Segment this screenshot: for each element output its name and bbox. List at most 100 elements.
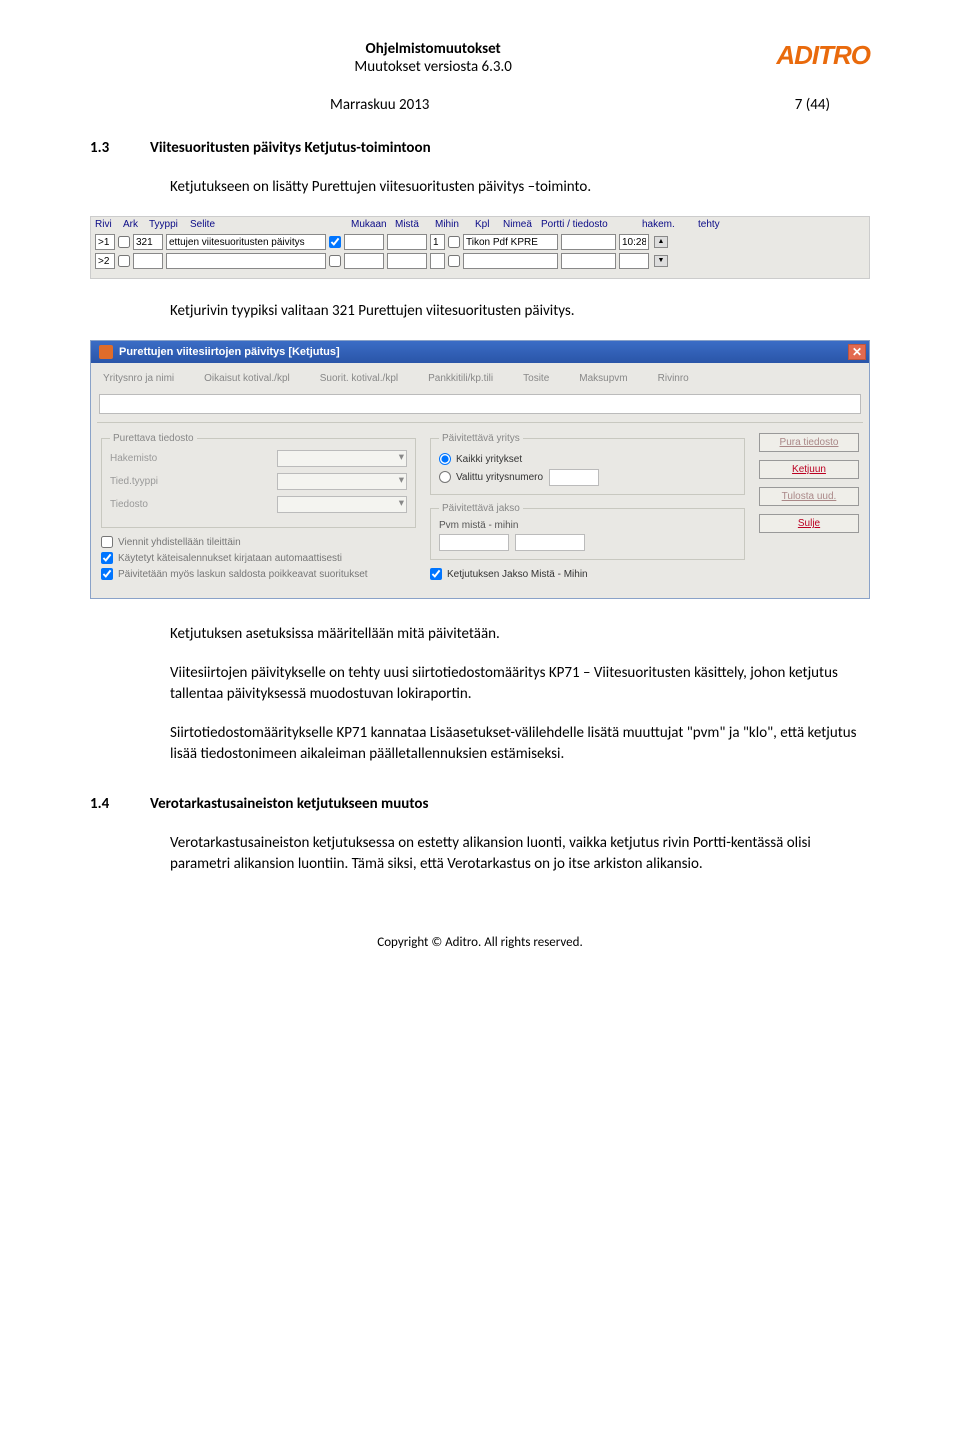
fieldset-purettava: Purettava tiedosto Hakemisto Tied.tyyppi… [101, 433, 416, 528]
hdr-selite: Selite [190, 219, 345, 230]
portti-input[interactable] [463, 234, 558, 250]
hdr-kpl: Kpl [475, 219, 497, 230]
tiedosto-dropdown[interactable] [277, 496, 407, 513]
date-line: Marraskuu 2013 7 (44) [90, 96, 870, 114]
ark-checkbox[interactable] [118, 236, 130, 248]
header-titles: Ohjelmistomuutokset Muutokset versiosta … [90, 40, 776, 76]
cb-viennit-box[interactable] [101, 536, 113, 548]
close-button[interactable]: ✕ [848, 344, 866, 360]
hakemisto-dropdown[interactable] [277, 450, 407, 467]
hakem-input[interactable] [561, 253, 616, 269]
para-13-3: Ketjutuksen asetuksissa määritellään mit… [170, 624, 870, 645]
data-row-blank [99, 394, 861, 414]
mista-input[interactable] [344, 253, 384, 269]
section-num-13: 1.3 [90, 139, 120, 157]
para-13-1: Ketjutukseen on lisätty Purettujen viite… [170, 177, 870, 198]
col-rivinro: Rivinro [658, 373, 689, 384]
hdr-mihin: Mihin [435, 219, 469, 230]
nimea-checkbox[interactable] [448, 236, 460, 248]
up-icon[interactable]: ▲ [654, 236, 668, 248]
para-13-2: Ketjurivin tyypiksi valitaan 321 Purettu… [170, 301, 870, 322]
radio-kaikki-input[interactable] [439, 453, 451, 465]
tyyppi-input[interactable] [133, 234, 163, 250]
radio-kaikki[interactable]: Kaikki yritykset [439, 453, 736, 465]
dialog-column-headers: Yritysnro ja nimi Oikaisut kotival./kpl … [91, 363, 869, 390]
cb-ketjutusjakso[interactable]: Ketjutuksen Jakso Mistä - Mihin [430, 568, 745, 580]
portti-input[interactable] [463, 253, 558, 269]
section-1-4-heading: 1.4 Verotarkastusaineiston ketjutukseen … [90, 795, 870, 813]
col-tosite: Tosite [523, 373, 549, 384]
cb-viennit[interactable]: Viennit yhdistellään tileittäin [101, 536, 416, 548]
cb-paivitetaan[interactable]: Päivitetään myös laskun saldosta poikkea… [101, 568, 416, 580]
hdr-portti: Portti / tiedosto [541, 219, 636, 230]
left-column: Purettava tiedosto Hakemisto Tied.tyyppi… [101, 433, 416, 584]
tehty-input[interactable] [619, 234, 649, 250]
radio-valittu-label: Valittu yritysnumero [456, 472, 543, 483]
down-icon[interactable]: ▼ [654, 255, 668, 267]
header-title-1: Ohjelmistomuutokset [90, 40, 776, 58]
cb-ketjutusjakso-box[interactable] [430, 568, 442, 580]
col-oikaisut: Oikaisut kotival./kpl [204, 373, 290, 384]
scroll-buttons[interactable]: ▲ [654, 236, 668, 248]
mista-input[interactable] [344, 234, 384, 250]
lbl-tiedtyyppi: Tied.tyyppi [110, 476, 158, 487]
mukaan-checkbox[interactable] [329, 255, 341, 267]
ark-checkbox[interactable] [118, 255, 130, 267]
legend-purettava: Purettava tiedosto [110, 433, 197, 444]
tyyppi-input[interactable] [133, 253, 163, 269]
selite-input[interactable] [166, 234, 326, 250]
selite-input[interactable] [166, 253, 326, 269]
rivi-input[interactable] [95, 234, 115, 250]
hdr-rivi: Rivi [95, 219, 117, 230]
btn-sulje[interactable]: Sulje [759, 514, 859, 533]
dialog-title: Purettujen viitesiirtojen päivitys [Ketj… [119, 346, 340, 358]
cb-kateisal-label: Käytetyt käteisalennukset kirjataan auto… [118, 553, 342, 564]
cb-viennit-label: Viennit yhdistellään tileittäin [118, 537, 241, 548]
hdr-mukaan: Mukaan [351, 219, 389, 230]
para-13-4: Viitesiirtojen päivitykselle on tehty uu… [170, 663, 870, 705]
btn-ketjuun[interactable]: Ketjuun [759, 460, 859, 479]
btn-pura[interactable]: Pura tiedosto [759, 433, 859, 452]
app-icon [99, 345, 113, 359]
lbl-tiedosto: Tiedosto [110, 499, 148, 510]
tiedtyyppi-dropdown[interactable] [277, 473, 407, 490]
dialog-titlebar[interactable]: Purettujen viitesiirtojen päivitys [Ketj… [91, 341, 869, 363]
lbl-hakemisto: Hakemisto [110, 453, 157, 464]
header-title-2: Muutokset versiosta 6.3.0 [90, 58, 776, 76]
screenshot-ketjutus-grid: Rivi Ark Tyyppi Selite Mukaan Mistä Mihi… [90, 216, 870, 279]
radio-valittu-input[interactable] [439, 471, 451, 483]
pvm-mihin-input[interactable] [515, 534, 585, 551]
mukaan-checkbox[interactable] [329, 236, 341, 248]
aditro-logo: ADITRO [776, 40, 870, 71]
dialog-body: Purettava tiedosto Hakemisto Tied.tyyppi… [91, 423, 869, 598]
cb-paivitetaan-label: Päivitetään myös laskun saldosta poikkea… [118, 569, 368, 580]
mihin-input[interactable] [387, 253, 427, 269]
kpl-input[interactable] [430, 234, 445, 250]
nimea-checkbox[interactable] [448, 255, 460, 267]
yritysnumero-input[interactable] [549, 469, 599, 486]
screenshot-paivitys-dialog: Purettujen viitesiirtojen päivitys [Ketj… [90, 340, 870, 599]
scroll-buttons[interactable]: ▼ [654, 255, 668, 267]
middle-column: Päivitettävä yritys Kaikki yritykset Val… [430, 433, 745, 584]
pvm-mista-input[interactable] [439, 534, 509, 551]
tehty-input[interactable] [619, 253, 649, 269]
col-yritys: Yritysnro ja nimi [103, 373, 174, 384]
mihin-input[interactable] [387, 234, 427, 250]
button-column: Pura tiedosto Ketjuun Tulosta uud. Sulje [759, 433, 859, 584]
hdr-hakem: hakem. [642, 219, 692, 230]
cb-kateisal[interactable]: Käytetyt käteisalennukset kirjataan auto… [101, 552, 416, 564]
btn-tulosta[interactable]: Tulosta uud. [759, 487, 859, 506]
hakem-input[interactable] [561, 234, 616, 250]
legend-yritys: Päivitettävä yritys [439, 433, 523, 444]
grid-row-1: ▲ [95, 234, 865, 250]
grid-header: Rivi Ark Tyyppi Selite Mukaan Mistä Mihi… [91, 217, 869, 232]
rivi-input[interactable] [95, 253, 115, 269]
cb-kateisal-box[interactable] [101, 552, 113, 564]
cb-paivitetaan-box[interactable] [101, 568, 113, 580]
date-text: Marraskuu 2013 [330, 96, 429, 114]
legend-jakso: Päivitettävä jakso [439, 503, 523, 514]
kpl-input[interactable] [430, 253, 445, 269]
radio-valittu[interactable]: Valittu yritysnumero [439, 471, 543, 483]
cb-ketjutusjakso-label: Ketjutuksen Jakso Mistä - Mihin [447, 569, 588, 580]
grid-row-2: ▼ [95, 253, 865, 269]
